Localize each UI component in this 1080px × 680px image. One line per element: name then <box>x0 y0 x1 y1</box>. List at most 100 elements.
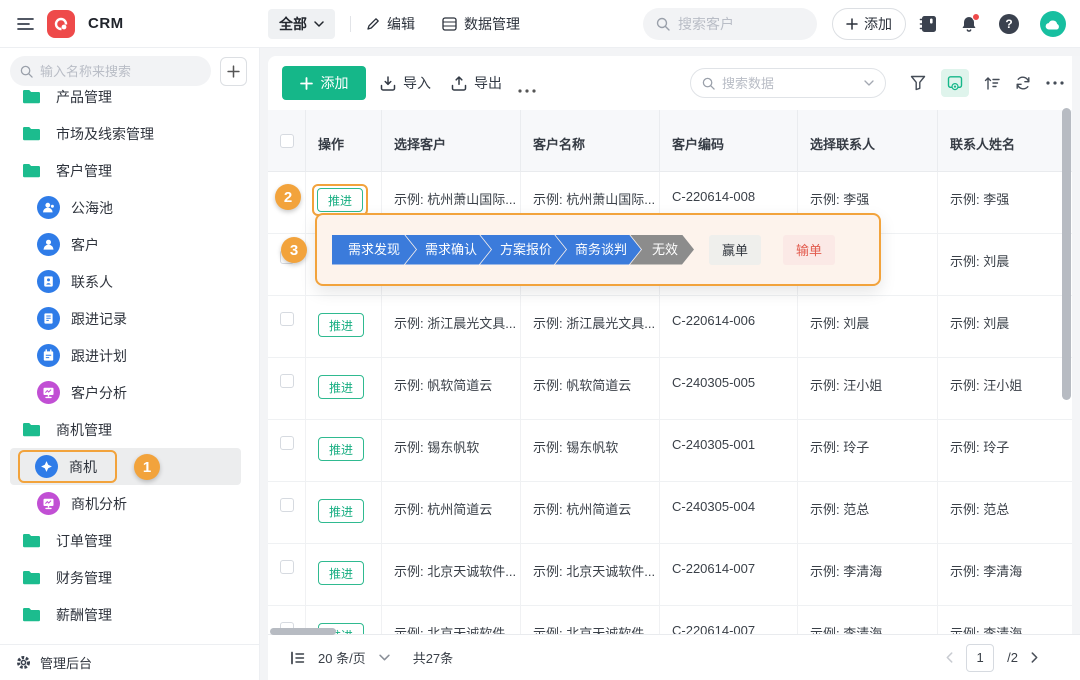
sidebar-item[interactable]: 客户分析 <box>10 374 241 411</box>
sidebar-item[interactable]: 跟进计划 <box>10 337 241 374</box>
row-checkbox[interactable] <box>280 498 294 512</box>
advance-button[interactable]: 推进 <box>318 313 364 337</box>
page-size-icon <box>290 651 305 665</box>
column-header[interactable]: 选择客户 <box>381 110 520 171</box>
horizontal-scrollbar-thumb[interactable] <box>270 628 336 635</box>
sidebar-item[interactable]: 薪酬管理 <box>10 596 241 633</box>
current-page-box[interactable]: 1 <box>966 644 994 672</box>
help-icon[interactable]: ? <box>999 14 1019 34</box>
table-row: 推进示例: 北京天诚软件...示例: 北京天诚软件...C-220614-007… <box>268 544 1080 606</box>
cell-customer-code: C-240305-005 <box>659 358 797 419</box>
main-content: 添加 导入 导出 <box>260 48 1080 680</box>
app-logo[interactable] <box>47 10 75 38</box>
column-header[interactable]: 客户编码 <box>659 110 797 171</box>
cell-contact-name: 示例: 刘晨 <box>937 234 1080 295</box>
advance-button[interactable]: 推进 <box>318 499 364 523</box>
cell-customer-name: 示例: 浙江晨光文具... <box>520 296 659 357</box>
advance-button[interactable]: 推进 <box>318 437 364 461</box>
row-checkbox[interactable] <box>280 312 294 326</box>
more-actions-icon[interactable] <box>518 80 536 96</box>
sidebar-search-input[interactable] <box>40 64 165 79</box>
stage-chevron[interactable]: 商务谈判 <box>555 235 641 265</box>
chevron-down-icon[interactable] <box>379 654 390 661</box>
select-all-checkbox[interactable] <box>280 134 294 148</box>
sidebar-item[interactable]: 财务管理 <box>10 559 241 596</box>
stage-chevron[interactable]: 方案报价 <box>480 235 566 265</box>
cell-contact: 示例: 范总 <box>797 482 937 543</box>
vertical-scrollbar-thumb[interactable] <box>1062 108 1071 400</box>
prev-page-icon[interactable] <box>946 652 953 663</box>
refresh-icon[interactable] <box>1015 75 1031 91</box>
more-options-icon[interactable] <box>1046 81 1064 85</box>
top-add-button[interactable]: 添加 <box>832 8 906 40</box>
row-checkbox[interactable] <box>280 374 294 388</box>
export-button[interactable]: 导出 <box>451 73 502 93</box>
advance-button[interactable]: 推进 <box>318 375 364 399</box>
next-page-icon[interactable] <box>1031 652 1038 663</box>
scope-dropdown[interactable]: 全部 <box>268 9 335 39</box>
customer-search-box[interactable] <box>643 8 817 40</box>
advance-button-wrap: 推进 <box>318 313 364 337</box>
chevron-down-icon[interactable] <box>864 80 874 86</box>
cell-customer-code: C-220614-006 <box>659 296 797 357</box>
stage-chevron[interactable]: 需求发现 <box>332 235 416 265</box>
column-header[interactable]: 联系人姓名 <box>937 110 1080 171</box>
user-avatar[interactable] <box>1040 11 1066 37</box>
user-icon <box>37 233 60 256</box>
add-record-button[interactable]: 添加 <box>282 66 366 100</box>
sidebar-item[interactable]: 商机分析 <box>10 485 241 522</box>
add-record-label: 添加 <box>321 73 349 93</box>
plus-icon <box>846 18 858 30</box>
sidebar-item-label: 跟进记录 <box>71 309 127 329</box>
column-header[interactable]: 选择联系人 <box>797 110 937 171</box>
cell-customer: 示例: 北京天诚软件... <box>381 544 520 605</box>
stage-chevron[interactable]: 需求确认 <box>405 235 491 265</box>
cell-contact-name: 示例: 范总 <box>937 482 1080 543</box>
table-row: 推进示例: 杭州简道云示例: 杭州简道云C-240305-004示例: 范总示例… <box>268 482 1080 544</box>
table-row: 推进示例: 帆软简道云示例: 帆软简道云C-240305-005示例: 汪小姐示… <box>268 358 1080 420</box>
data-grid-icon <box>442 17 457 31</box>
data-search-box[interactable] <box>690 68 886 98</box>
data-management-button[interactable]: 数据管理 <box>442 14 520 34</box>
checkbox-cell <box>268 482 305 543</box>
advance-button[interactable]: 推进 <box>318 561 364 585</box>
book-icon[interactable] <box>919 15 939 33</box>
sidebar-item[interactable]: 跟进记录 <box>10 300 241 337</box>
row-checkbox[interactable] <box>280 436 294 450</box>
top-bar-left: CRM <box>0 10 260 38</box>
gear-icon <box>16 655 31 670</box>
sidebar-item[interactable]: 公海池 <box>10 189 241 226</box>
sidebar-item[interactable]: 客户管理 <box>10 152 241 189</box>
page-size-label[interactable]: 20 条/页 <box>318 648 366 667</box>
row-checkbox[interactable] <box>280 560 294 574</box>
app-title: CRM <box>88 15 124 32</box>
sidebar-item-label: 商机 <box>69 457 97 477</box>
advance-button[interactable]: 推进 <box>317 188 363 212</box>
admin-backend-button[interactable]: 管理后台 <box>0 644 259 680</box>
sidebar-item[interactable]: 商机 <box>10 448 241 485</box>
win-chip[interactable]: 赢单 <box>709 235 761 265</box>
sidebar-item[interactable]: 联系人 <box>10 263 241 300</box>
hamburger-menu-icon[interactable] <box>17 17 34 31</box>
filter-icon[interactable] <box>910 75 926 91</box>
sidebar-item[interactable]: 商机管理 <box>10 411 241 448</box>
column-header[interactable]: 操作 <box>305 110 381 171</box>
sidebar-item-label: 客户管理 <box>56 161 112 181</box>
lose-chip[interactable]: 输单 <box>783 235 835 265</box>
top-add-label: 添加 <box>864 14 892 34</box>
sidebar-item[interactable]: 市场及线索管理 <box>10 115 241 152</box>
field-visibility-icon[interactable] <box>941 69 969 97</box>
sort-icon[interactable] <box>984 76 1000 90</box>
top-bar-icons: ? <box>919 0 1066 48</box>
sidebar-item-label: 商机管理 <box>56 420 112 440</box>
sidebar-item[interactable]: 客户 <box>10 226 241 263</box>
customer-search-input[interactable] <box>678 16 778 32</box>
sidebar-item[interactable]: 产品管理 <box>10 78 241 115</box>
import-button[interactable]: 导入 <box>380 73 431 93</box>
edit-button[interactable]: 编辑 <box>366 14 415 34</box>
column-header[interactable]: 客户名称 <box>520 110 659 171</box>
data-search-input[interactable] <box>722 76 840 91</box>
bell-icon[interactable] <box>960 15 978 33</box>
checkbox-cell <box>268 358 305 419</box>
sidebar-item[interactable]: 订单管理 <box>10 522 241 559</box>
